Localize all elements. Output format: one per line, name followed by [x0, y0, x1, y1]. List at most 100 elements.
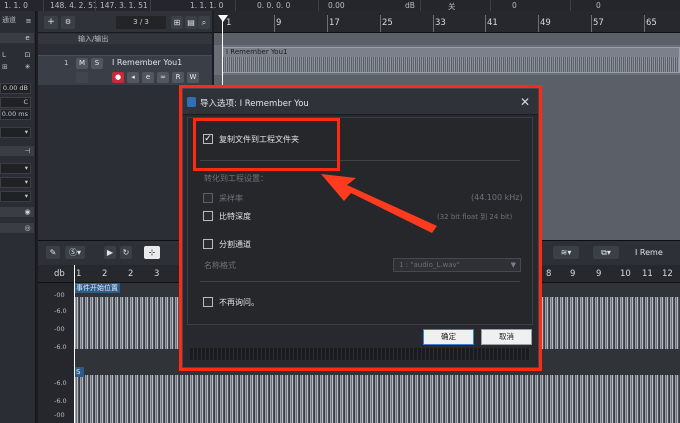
annotation-highlight-box — [193, 118, 340, 171]
cancel-button[interactable]: 取消 — [481, 329, 532, 345]
ruler-tick: 12 — [662, 269, 673, 279]
info-field[interactable]: 1. 1. 1. 0 — [190, 1, 223, 10]
db-value: -6.0 — [54, 379, 67, 387]
io-folder-track[interactable]: 输入/输出 — [38, 34, 212, 44]
clip-waveform — [223, 57, 679, 72]
dialog-title: 导入选项: I Remember You — [200, 99, 309, 109]
dont-ask-label[interactable]: 不再询问。 — [219, 297, 259, 308]
event-start-marker[interactable]: 事件开始位置 — [74, 283, 120, 293]
dialog-titlebar[interactable]: 导入选项: I Remember You ✕ — [183, 89, 538, 115]
ruler-tick: 17 — [329, 18, 340, 28]
routing-icon[interactable]: ⊣ — [23, 147, 32, 155]
sample-rate-label: 采样率 — [219, 194, 243, 203]
info-field[interactable]: 148. 4. 2. 51 — [50, 1, 98, 10]
settings-icon[interactable]: ◎ — [23, 224, 32, 232]
bit-depth-value: (32 bit float 到 24 bit) — [437, 213, 513, 221]
db-value: -6.0 — [54, 343, 67, 351]
track-icon-b[interactable]: ▤ — [185, 16, 197, 29]
chevron-down-icon: ▼ — [510, 261, 516, 269]
db-value: -6.0 — [54, 397, 67, 405]
add-track-button[interactable]: + — [44, 16, 58, 29]
db-scale: -00 -6.0 -00 -6.0 -6.0 -6.0 -00 — [38, 283, 74, 423]
ruler-tick: 10 — [620, 269, 631, 279]
fx-icon[interactable]: ◉ — [23, 208, 32, 216]
editor-track-label[interactable]: I Reme — [635, 248, 663, 257]
volume-field[interactable]: 0.00 dB — [0, 83, 31, 94]
delay-field[interactable]: 0.00 ms — [0, 109, 31, 120]
waveform-right-channel[interactable] — [74, 375, 680, 423]
pan-field[interactable]: C — [0, 97, 31, 108]
star-icon[interactable]: ✳ — [23, 63, 32, 71]
ruler-tick: 9 — [276, 18, 282, 28]
sample-rate-value: (44.100 kHz) — [471, 193, 523, 202]
pin-icon[interactable]: ✎ — [46, 246, 60, 259]
ok-button[interactable]: 确定 — [423, 329, 474, 345]
audio-clip[interactable]: I Remember You1 — [222, 47, 680, 73]
solo-button[interactable]: S — [91, 58, 103, 69]
ruler-tick: 41 — [487, 18, 498, 28]
clip-name: I Remember You1 — [226, 48, 288, 56]
monitor-icon[interactable]: ◂ — [127, 72, 139, 83]
inspector-dropdown[interactable]: ▾ — [0, 127, 31, 138]
convert-heading: 转化到工程设置： — [204, 174, 268, 183]
inspector-dropdown[interactable]: ▾ — [0, 177, 31, 188]
db-value: -00 — [54, 325, 65, 333]
lock-icon[interactable]: ⊡ — [23, 51, 32, 59]
bit-depth-label[interactable]: 比特深度 — [219, 211, 251, 222]
split-channels-label[interactable]: 分割通道 — [219, 239, 251, 250]
mute-button[interactable]: M — [76, 58, 88, 69]
cubase-logo-icon — [187, 97, 196, 107]
track-color-swatch[interactable] — [76, 72, 88, 83]
bit-depth-checkbox[interactable] — [203, 211, 213, 221]
loop-icon[interactable]: ↻ — [120, 246, 132, 259]
inspector-dropdown[interactable]: ▾ — [0, 163, 31, 174]
record-enable-button[interactable]: ● — [112, 72, 124, 83]
editor-playhead[interactable] — [74, 265, 75, 423]
gear-icon[interactable]: ⚙ — [61, 16, 75, 29]
track-counter: 3 / 3 — [116, 16, 166, 29]
snap-icon[interactable]: ⧉▾ — [593, 246, 619, 259]
name-format-label: 名称格式 — [204, 261, 236, 270]
track-icon-a[interactable]: ⊞ — [171, 16, 183, 29]
menu-icon[interactable]: ≡ — [24, 17, 33, 25]
marker-s[interactable]: S — [74, 367, 84, 377]
info-field[interactable]: 0 — [596, 1, 601, 10]
split-channels-checkbox[interactable] — [203, 239, 213, 249]
ruler-tick: 11 — [642, 269, 653, 279]
timeline-ruler[interactable]: 1 9 17 25 33 41 49 57 65 — [214, 11, 680, 33]
track-name[interactable]: I Remember You1 — [112, 58, 182, 67]
info-field[interactable]: 0. 0. 0. 0 — [257, 1, 290, 10]
grid-icon[interactable]: ≋▾ — [553, 246, 579, 259]
ruler-tick: 57 — [593, 18, 604, 28]
ruler-tick: 8 — [546, 269, 552, 279]
ruler-unit: db — [54, 269, 65, 279]
ruler-tick: 25 — [382, 18, 393, 28]
playhead-marker-icon[interactable] — [218, 15, 228, 22]
read-automation-button[interactable]: R — [172, 72, 184, 83]
play-icon[interactable]: ▶ — [104, 246, 116, 259]
audio-track[interactable]: 1 M S I Remember You1 ● ◂ e ∞ R W — [38, 55, 212, 85]
edit-icon[interactable]: e — [142, 72, 154, 83]
link-icon[interactable]: ∞ — [157, 72, 169, 83]
info-field[interactable]: 0 — [512, 1, 517, 10]
inspector-dropdown[interactable]: ▾ — [0, 191, 31, 202]
ruler-tick: 2 — [102, 269, 108, 279]
edit-icon[interactable]: e — [23, 34, 32, 42]
tool-icon[interactable]: ⊹ — [144, 246, 160, 259]
dont-ask-checkbox[interactable] — [203, 297, 213, 307]
write-automation-button[interactable]: W — [187, 72, 199, 83]
divider — [200, 281, 520, 282]
ruler-tick: 3 — [154, 269, 160, 279]
search-icon[interactable]: ⌕ — [198, 16, 210, 29]
info-unit: dB — [405, 1, 415, 10]
ruler-tick: 9 — [570, 269, 576, 279]
sample-rate-checkbox[interactable] — [203, 193, 213, 203]
track-number: 1 — [64, 59, 69, 67]
solo-editor-icon[interactable]: Ⓢ▾ — [65, 246, 85, 259]
info-field[interactable]: 147. 3. 1. 51 — [100, 1, 148, 10]
db-value: -00 — [54, 411, 65, 419]
close-icon[interactable]: ✕ — [520, 95, 530, 109]
info-field[interactable]: 0.00 — [328, 1, 345, 10]
name-format-select[interactable]: 1 : "audio_L.wav" ▼ — [393, 258, 521, 272]
info-field[interactable]: 1. 1. 0 — [4, 1, 28, 10]
